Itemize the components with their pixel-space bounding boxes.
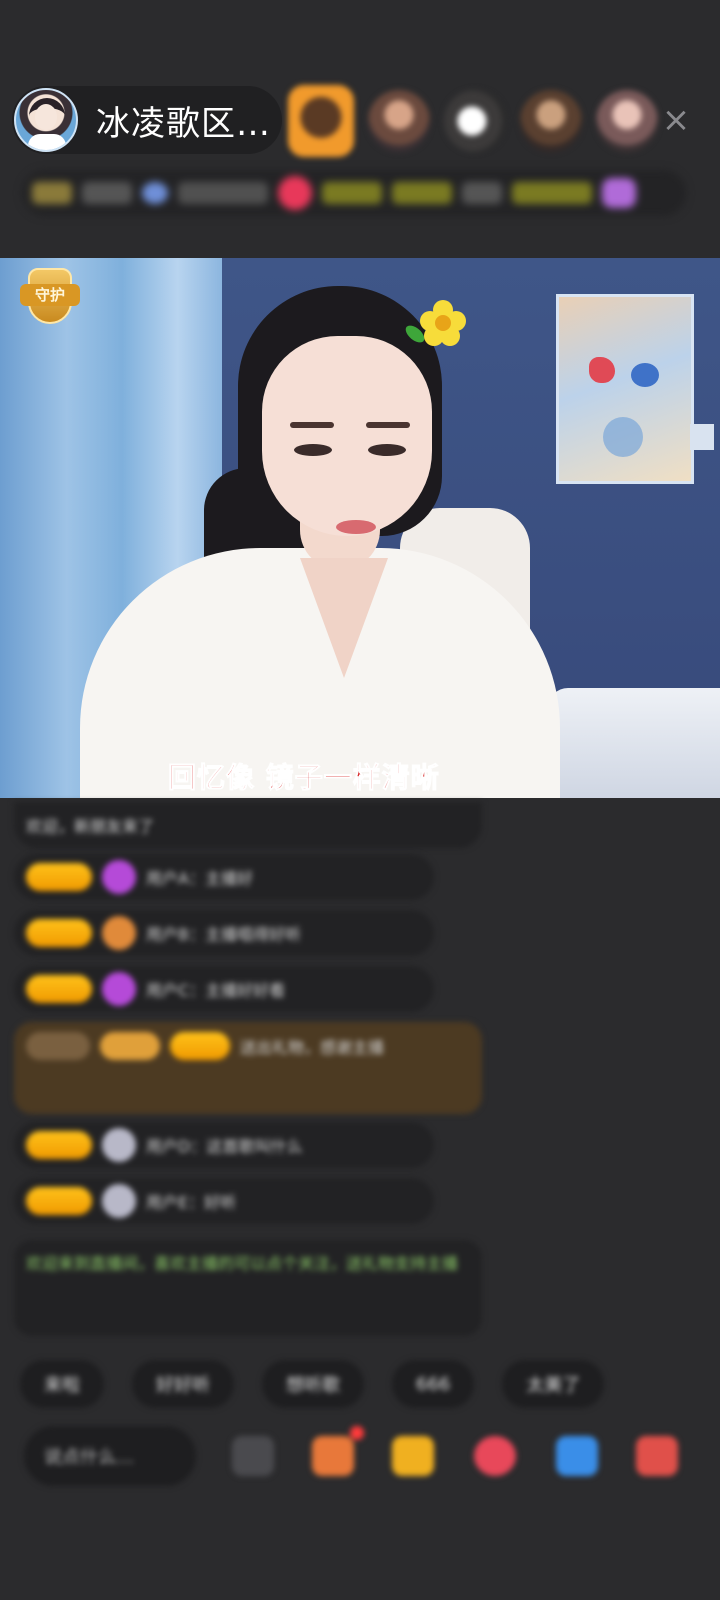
chat-message[interactable]: 欢迎，新朋友来了	[14, 802, 482, 848]
streamer-eye	[368, 444, 406, 456]
red-packet-icon[interactable]	[392, 1436, 434, 1476]
flower-sticker-icon	[420, 300, 466, 346]
chat-input[interactable]: 说点什么…	[24, 1426, 196, 1486]
shop-icon[interactable]	[636, 1436, 678, 1476]
chat-text: 用户C：主播好好看	[146, 981, 286, 1000]
rank-label	[322, 182, 382, 204]
streamer-eye	[294, 444, 332, 456]
share-icon[interactable]	[556, 1436, 598, 1476]
chat-message[interactable]: 用户B：主播唱得好听	[14, 910, 434, 956]
chat-message[interactable]: 用户C：主播好好看	[14, 966, 434, 1012]
viewer-avatar[interactable]	[444, 90, 506, 152]
quick-reply-bar: 来啦 好好听 想听歌 666 太美了	[20, 1360, 605, 1408]
viewer-avatar[interactable]	[520, 90, 582, 152]
level-badge	[26, 1032, 90, 1060]
fan-level-badge	[26, 919, 92, 947]
wall-painting	[556, 294, 694, 484]
guard-badge-icon[interactable]: 守护	[18, 264, 82, 330]
fan-level-badge	[26, 1131, 92, 1159]
quick-reply-chip[interactable]: 太美了	[502, 1360, 605, 1408]
chat-text: 用户E：好听	[146, 1193, 237, 1212]
bottom-toolbar: 说点什么…	[0, 1424, 720, 1490]
live-video-stream[interactable]: 守护	[0, 258, 720, 798]
user-avatar	[102, 1128, 136, 1162]
chat-text: 欢迎，新朋友来了	[26, 817, 155, 836]
guard-badge-label: 守护	[20, 284, 80, 306]
diamond-icon	[102, 860, 136, 894]
chat-message[interactable]: 用户D：这首歌叫什么	[14, 1122, 434, 1168]
quick-reply-chip[interactable]: 来啦	[20, 1360, 104, 1408]
rank-label	[392, 182, 452, 204]
system-notice-message: 欢迎来到直播间，喜欢主播的可以点个关注，送礼物支持主播	[14, 1240, 482, 1336]
quick-reply-chip[interactable]: 好好听	[132, 1360, 234, 1408]
more-icon[interactable]	[232, 1436, 274, 1476]
quick-reply-chip[interactable]: 想听歌	[262, 1360, 364, 1408]
top-viewers-list	[288, 84, 658, 158]
user-avatar	[102, 1184, 136, 1218]
diamond-icon	[102, 972, 136, 1006]
close-icon[interactable]: ×	[656, 100, 696, 140]
hot-icon	[142, 182, 168, 204]
ranking-bar[interactable]	[22, 170, 686, 216]
chat-message[interactable]: 用户A：主播好	[14, 854, 434, 900]
chat-text: 用户B：主播唱得好听	[146, 925, 301, 944]
hot-text	[178, 182, 268, 204]
host-name: 冰凌歌区…	[96, 103, 271, 144]
streamer-collar	[300, 558, 388, 678]
streamer-lips	[336, 520, 376, 534]
fan-level-badge	[170, 1032, 230, 1060]
viewer-avatar[interactable]	[288, 85, 354, 157]
chat-text: 用户A：主播好	[146, 869, 253, 888]
user-avatar	[102, 916, 136, 950]
gift-message[interactable]: 送出礼物，感谢主播	[14, 1022, 482, 1114]
fan-level-badge	[26, 863, 92, 891]
lyric-text: 回忆像 镜子一样清晰	[168, 761, 440, 795]
heart-icon[interactable]	[474, 1436, 516, 1476]
chat-message[interactable]: 用户E：好听	[14, 1178, 434, 1224]
activity-icon	[602, 178, 636, 208]
viewer-avatar[interactable]	[368, 90, 430, 152]
chat-text: 送出礼物，感谢主播	[240, 1038, 385, 1057]
viewer-avatar[interactable]	[596, 90, 658, 152]
rank-icon	[32, 182, 72, 204]
live-room-screen: 冰凌歌区… × 守护 回忆像 镜子一样清晰 欢迎，新朋友来了 用户A：主播好 用…	[0, 0, 720, 1600]
host-avatar[interactable]	[14, 88, 78, 152]
fan-level-badge	[26, 1187, 92, 1215]
streamer-face	[262, 336, 432, 536]
fan-level-badge	[26, 975, 92, 1003]
rank-label	[512, 182, 592, 204]
streamer-brow	[366, 422, 410, 428]
vip-badge	[100, 1032, 160, 1060]
pk-icon	[278, 176, 312, 210]
gift-box-icon[interactable]	[312, 1436, 354, 1476]
rank-text	[82, 182, 132, 204]
host-info-pill[interactable]: 冰凌歌区…	[12, 86, 282, 154]
wall-switch	[690, 424, 714, 450]
streamer-brow	[290, 422, 334, 428]
notification-dot	[350, 1426, 364, 1440]
quick-reply-chip[interactable]: 666	[392, 1360, 475, 1408]
rank-label	[462, 182, 502, 204]
video-bed	[548, 688, 720, 798]
chat-text: 用户D：这首歌叫什么	[146, 1137, 303, 1156]
